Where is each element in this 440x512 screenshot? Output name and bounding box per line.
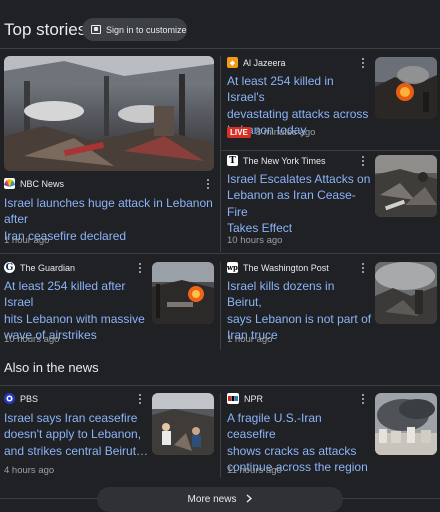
headline-line: A fragile U.S.-Iran ceasefire: [227, 411, 322, 442]
column-divider: [220, 56, 221, 252]
story-thumbnail[interactable]: [375, 155, 437, 217]
nbc-logo-icon: [4, 178, 15, 189]
source-name: NBC News: [20, 178, 65, 189]
story-time: 1 hour ago: [227, 334, 273, 345]
story-thumbnail[interactable]: [375, 262, 437, 324]
more-options-icon[interactable]: [360, 262, 366, 274]
source-name: Al Jazeera: [243, 57, 286, 68]
divider: [0, 48, 440, 49]
story-time: 1 hour ago: [4, 235, 50, 246]
story-image[interactable]: [4, 56, 214, 171]
story-thumbnail[interactable]: [375, 393, 437, 455]
rubble-photo-icon: [375, 155, 437, 217]
divider: [0, 385, 440, 386]
sign-in-label: Sign in to customize: [106, 24, 187, 35]
section-title: Top stories: [4, 20, 87, 39]
source-row: ◆ Al Jazeera: [227, 57, 286, 68]
story-time: 4 hours ago: [4, 465, 55, 476]
more-news-label: More news: [187, 494, 237, 505]
live-badge: LIVE: [227, 127, 251, 138]
headline-line: says Lebanon is not part of: [227, 311, 372, 326]
more-options-icon[interactable]: [360, 57, 366, 69]
more-options-icon[interactable]: [360, 393, 366, 405]
more-options-icon[interactable]: [137, 262, 143, 274]
headline-line: shows cracks as attacks: [227, 443, 357, 458]
story-time: 10 hours ago: [227, 235, 283, 246]
source-name: The Guardian: [20, 262, 76, 273]
headline-line: Israel says Iran ceasefire: [4, 411, 138, 425]
story-thumbnail[interactable]: [152, 393, 214, 455]
headline-line: Israel Escalates Attacks on: [227, 172, 371, 186]
destroyed-building-photo-icon: [4, 56, 214, 171]
also-in-news-title: Also in the news: [4, 360, 99, 375]
headline-line: devastating attacks across: [227, 106, 369, 121]
story-time: 8 minutes ago: [255, 127, 316, 138]
al-jazeera-logo-icon: ◆: [227, 57, 238, 68]
story-headline[interactable]: Israel says Iran ceasefire doesn't apply…: [4, 410, 149, 459]
divider: [221, 150, 440, 151]
divider: [0, 253, 440, 254]
chevron-right-icon: [246, 493, 253, 506]
sign-in-button[interactable]: Sign in to customize: [82, 18, 187, 41]
source-name: The Washington Post: [243, 262, 329, 273]
headline-line: Israel launches huge attack in Lebanon a…: [4, 196, 213, 227]
headline-line: doesn't apply to Lebanon,: [4, 427, 142, 442]
more-options-icon[interactable]: [205, 178, 211, 190]
npr-logo-icon: [227, 393, 239, 404]
smoke-ruins-photo-icon: [375, 262, 437, 324]
source-row: wp The Washington Post: [227, 262, 329, 273]
source-row: NPR: [227, 393, 263, 404]
top-stories-header: Top stories: [4, 16, 86, 44]
airstrike-fire-photo-icon: [152, 262, 214, 324]
story-time-row: LIVE 8 minutes ago: [227, 127, 315, 138]
washington-post-logo-icon: wp: [227, 262, 238, 273]
source-name: NPR: [244, 393, 264, 404]
smoke-city-photo-icon: [375, 393, 437, 455]
source-row: G The Guardian: [4, 262, 75, 273]
story-time: 10 hours ago: [4, 334, 60, 345]
headline-line: hits Lebanon with massive: [4, 311, 145, 326]
source-row: NBC News: [4, 178, 64, 189]
headline-line: Lebanon as Iran Cease-Fire: [227, 188, 356, 219]
headline-line: and strikes central Beirut…: [4, 443, 149, 458]
story-thumbnail[interactable]: [375, 57, 437, 119]
story-time: 11 hours ago: [227, 465, 282, 476]
guardian-logo-icon: G: [4, 262, 15, 273]
more-options-icon[interactable]: [360, 155, 366, 167]
more-news-button[interactable]: More news: [97, 487, 343, 512]
source-row: PBS: [4, 393, 38, 404]
account-card-icon: [91, 25, 101, 34]
source-name: The New York Times: [243, 155, 326, 166]
story-headline[interactable]: Israel Escalates Attacks on Lebanon as I…: [227, 171, 372, 237]
explosion-fire-photo-icon: [375, 57, 437, 119]
column-divider: [220, 393, 221, 478]
headline-line: At least 254 killed in Israel's: [227, 74, 334, 105]
story-thumbnail[interactable]: [152, 262, 214, 324]
more-options-icon[interactable]: [137, 393, 143, 405]
column-divider: [220, 262, 221, 350]
pbs-logo-icon: [4, 393, 15, 404]
headline-line: Israel kills dozens in Beirut,: [227, 279, 335, 310]
source-name: PBS: [20, 393, 39, 404]
rescue-scene-photo-icon: [152, 393, 214, 455]
nyt-logo-icon: T: [227, 155, 238, 166]
source-row: T The New York Times: [227, 155, 326, 166]
headline-line: At least 254 killed after Israel: [4, 279, 126, 310]
